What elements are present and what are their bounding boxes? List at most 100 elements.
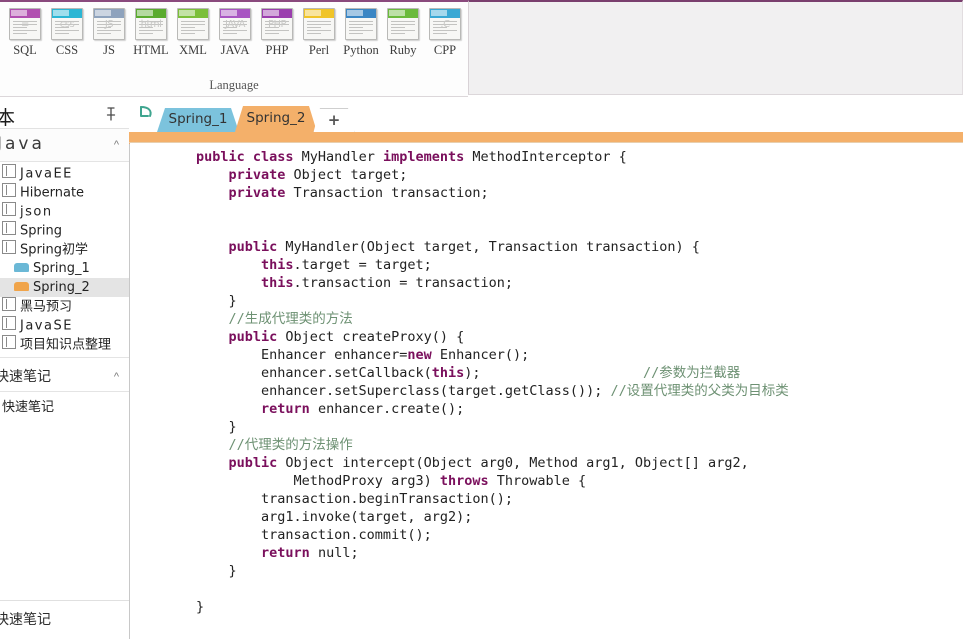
sidebar-item-spring_1[interactable]: Spring_1 xyxy=(0,259,129,278)
language-button-cpp[interactable]: .C CPP xyxy=(424,8,466,58)
sidebar-item-json[interactable]: json xyxy=(0,202,129,221)
language-button-ruby[interactable]: Ruby xyxy=(382,8,424,58)
code-text: .target = target; xyxy=(293,257,432,273)
code-comment: //设置代理类的父类为目标类 xyxy=(610,383,789,399)
code-text: } xyxy=(196,419,237,435)
code-line: MethodProxy arg3) throws Throwable { xyxy=(196,472,963,490)
sidebar-title: 本 xyxy=(0,103,15,130)
notebook-icon xyxy=(2,164,16,184)
sidebar-footer-label: 快速笔记 xyxy=(0,612,51,628)
code-text: Object intercept(Object arg0, Method arg… xyxy=(285,455,749,471)
sidebar-item-hibernate[interactable]: Hibernate xyxy=(0,183,129,202)
code-block[interactable]: public class MyHandler implements Method… xyxy=(196,148,963,616)
code-keyword: private xyxy=(228,185,294,201)
python-file-icon xyxy=(345,8,377,40)
sidebar-item-label: Spring xyxy=(20,223,62,239)
language-button-html[interactable]: html HTML xyxy=(130,8,172,58)
code-line: } xyxy=(196,292,963,310)
code-line: //代理类的方法操作 xyxy=(196,436,963,454)
code-line: enhancer.setSuperclass(target.getClass()… xyxy=(196,382,963,400)
sql-file-icon: ≡ xyxy=(9,8,41,40)
sidebar-item-javaee[interactable]: JavaEE xyxy=(0,164,129,183)
note-page[interactable]: public class MyHandler implements Method… xyxy=(130,143,963,639)
sidebar-item-label: 黑马预习 xyxy=(20,299,73,315)
language-button-js[interactable]: JS JS xyxy=(88,8,130,58)
code-line: } xyxy=(196,418,963,436)
language-button-xml[interactable]: XML xyxy=(172,8,214,58)
perl-file-icon xyxy=(303,8,335,40)
notebook-icon xyxy=(2,221,16,241)
code-line: //生成代理类的方法 xyxy=(196,310,963,328)
sidebar-section-quick-notes[interactable]: 快速笔记 ^ xyxy=(0,361,129,392)
sidebar-footer[interactable]: 快速笔记 xyxy=(0,600,129,639)
code-text: enhancer.setSuperclass(target.getClass()… xyxy=(196,383,611,399)
chevron-up-icon[interactable]: ^ xyxy=(114,371,119,383)
code-text: arg1.invoke(target, arg2); xyxy=(196,509,473,525)
sidebar-item-label: json xyxy=(20,204,53,220)
sidebar-divider xyxy=(0,357,129,358)
plus-icon: + xyxy=(327,111,341,129)
code-line: transaction.commit(); xyxy=(196,526,963,544)
language-button-css[interactable]: css CSS xyxy=(46,8,88,58)
sidebar-item-项目知识点整理[interactable]: 项目知识点整理 xyxy=(0,335,129,354)
php-file-icon: PHP xyxy=(261,8,293,40)
undo-arrow-icon[interactable] xyxy=(135,103,157,125)
section-tab-icon xyxy=(14,259,29,278)
sidebar-item-label: 快速笔记 xyxy=(2,400,55,415)
language-button-python[interactable]: Python xyxy=(340,8,382,58)
sidebar-item-label: JavaEE xyxy=(20,166,73,182)
chevron-up-icon[interactable]: ^ xyxy=(114,139,119,151)
sidebar-section-header-java[interactable]: Java ^ xyxy=(0,129,129,162)
code-comment: //代理类的方法操作 xyxy=(228,437,353,453)
language-button-java[interactable]: JAVA JAVA xyxy=(214,8,256,58)
sidebar-item-spring初学[interactable]: Spring初学 xyxy=(0,240,129,259)
sidebar-item-javase[interactable]: JavaSE xyxy=(0,316,129,335)
notebook-icon xyxy=(2,316,16,336)
sidebar-item-黑马预习[interactable]: 黑马预习 xyxy=(0,297,129,316)
section-tab-spring_1[interactable]: Spring_1 xyxy=(157,108,239,132)
sidebar-item-label: Spring初学 xyxy=(20,242,88,258)
section-tab-spring_2[interactable]: Spring_2 xyxy=(235,106,317,132)
code-line: return enhancer.create(); xyxy=(196,400,963,418)
code-keyword: public xyxy=(228,329,286,345)
sidebar-section-header-label: Java xyxy=(0,134,45,154)
language-button-label: PHP xyxy=(265,43,289,57)
language-button-sql[interactable]: ≡ SQL xyxy=(4,8,46,58)
code-text: MethodProxy arg3) xyxy=(196,473,440,489)
code-text: Throwable { xyxy=(496,473,587,489)
sidebar-item-label: JavaSE xyxy=(20,318,73,334)
pin-icon[interactable] xyxy=(105,107,117,121)
page-tab-strip: Spring_1 Spring_2 + xyxy=(129,100,963,144)
code-keyword: this xyxy=(261,257,294,273)
code-keyword: public xyxy=(228,455,286,471)
sidebar-item-quick-notes[interactable]: 快速笔记 xyxy=(0,398,129,417)
notebook-icon xyxy=(2,240,16,260)
ribbon: ≡ SQL css CSS JS JS html HTML XML JAVA JAVA PHP PHP P… xyxy=(0,0,963,100)
code-keyword: return xyxy=(261,401,318,417)
code-keyword: return xyxy=(261,545,318,561)
code-text: MyHandler xyxy=(301,149,383,165)
code-text: Transaction transaction; xyxy=(293,185,489,201)
add-section-tab-button[interactable]: + xyxy=(313,108,355,134)
code-keyword: private xyxy=(228,167,294,183)
code-text: Enhancer(); xyxy=(439,347,530,363)
language-button-perl[interactable]: Perl xyxy=(298,8,340,58)
language-button-php[interactable]: PHP PHP xyxy=(256,8,298,58)
code-text: transaction.beginTransaction(); xyxy=(196,491,513,507)
ribbon-group-language: ≡ SQL css CSS JS JS html HTML XML JAVA JAVA PHP PHP P… xyxy=(0,0,468,97)
language-button-label: Python xyxy=(343,43,379,57)
code-keyword: public class xyxy=(196,149,302,165)
language-button-label: Perl xyxy=(308,43,330,57)
sidebar-item-spring[interactable]: Spring xyxy=(0,221,129,240)
code-keyword: public xyxy=(228,239,286,255)
code-keyword: this xyxy=(261,275,294,291)
sidebar-item-spring_2[interactable]: Spring_2 xyxy=(0,278,129,297)
code-line: public Object createProxy() { xyxy=(196,328,963,346)
language-button-label: CPP xyxy=(433,43,457,57)
